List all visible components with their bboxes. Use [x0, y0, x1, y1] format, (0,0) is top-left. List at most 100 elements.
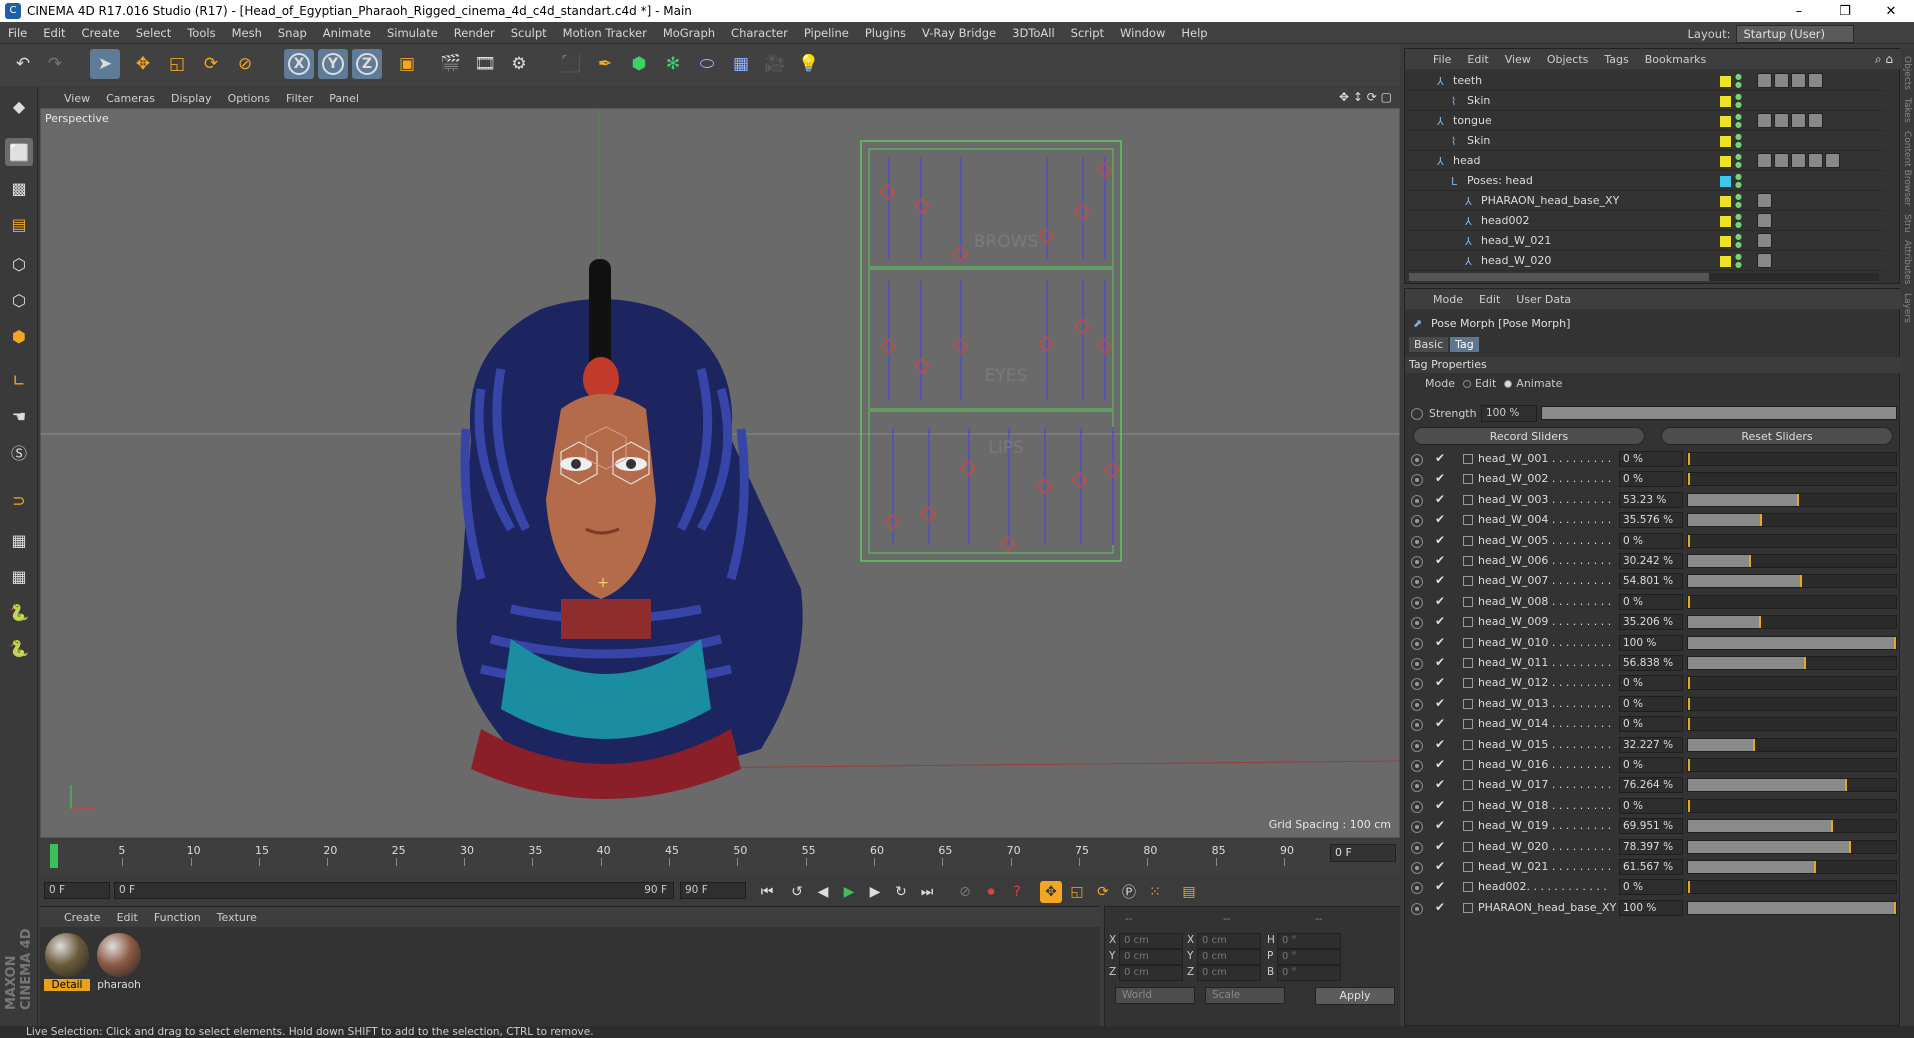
side-tab-objects[interactable]: Objects — [1902, 56, 1912, 90]
model-mode-icon[interactable]: ⬜ — [5, 138, 33, 166]
morph-value-field[interactable]: 78.397 % — [1619, 838, 1683, 855]
morph-slider[interactable] — [1687, 594, 1897, 609]
menu-pipeline[interactable]: Pipeline — [796, 26, 857, 40]
attribute-menu-user-data[interactable]: User Data — [1508, 293, 1579, 306]
morph-slider[interactable] — [1687, 533, 1897, 548]
morph-slider[interactable] — [1687, 635, 1897, 650]
edges-mode-icon[interactable]: ⬡ — [5, 286, 33, 314]
mode-animate-radio[interactable]: Animate — [1504, 377, 1562, 390]
menu-3dtoall[interactable]: 3DToAll — [1004, 26, 1063, 40]
timeline-window-icon[interactable]: ▤ — [1178, 881, 1200, 903]
enabled-checkbox[interactable]: ✔ — [1435, 492, 1445, 506]
menu-edit[interactable]: Edit — [35, 26, 73, 40]
tag-icon[interactable] — [1757, 233, 1772, 248]
animate-dot[interactable] — [1411, 596, 1423, 609]
object-row[interactable]: ⅄ head ● ● — [1405, 151, 1885, 171]
visibility-dots[interactable]: ● ● — [1735, 133, 1742, 149]
solo-icon[interactable]: Ⓢ — [5, 438, 33, 466]
key-scale-icon[interactable]: ◱ — [1066, 881, 1088, 903]
render-view-icon[interactable]: 🎬 — [436, 49, 466, 79]
morph-slider[interactable] — [1687, 819, 1897, 834]
morph-value-field[interactable]: 0 % — [1619, 879, 1683, 896]
object-row[interactable]: L Poses: head ● ● — [1405, 171, 1885, 191]
visibility-dots[interactable]: ● ● — [1735, 253, 1742, 269]
strength-slider[interactable] — [1541, 406, 1897, 420]
morph-value-field[interactable]: 0 % — [1619, 451, 1683, 467]
animate-dot[interactable] — [1411, 658, 1423, 670]
tag-icon[interactable] — [1825, 153, 1840, 168]
morph-value-field[interactable]: 35.576 % — [1619, 512, 1683, 529]
snap-icon[interactable]: ⊃ — [5, 486, 33, 514]
tag-icon[interactable] — [1774, 73, 1789, 88]
layer-color-swatch[interactable] — [1720, 216, 1731, 227]
menu-sculpt[interactable]: Sculpt — [503, 26, 555, 40]
side-tab-content-browser[interactable]: Content Browser — [1902, 131, 1912, 206]
side-tab-takes[interactable]: Takes — [1902, 98, 1912, 123]
visibility-dots[interactable]: ● ● — [1735, 113, 1742, 129]
move-icon[interactable]: ✥ — [128, 49, 158, 79]
viewport-menu-options[interactable]: Options — [220, 92, 278, 105]
enabled-checkbox[interactable]: ✔ — [1435, 573, 1445, 587]
floor-icon[interactable]: ▦ — [726, 49, 756, 79]
layout-dropdown[interactable]: Startup (User) — [1736, 25, 1854, 43]
cube-icon[interactable]: ⬛ — [556, 49, 586, 79]
morph-value-field[interactable]: 30.242 % — [1619, 553, 1683, 569]
morph-value-field[interactable]: 0 % — [1619, 695, 1683, 712]
tag-icon[interactable] — [1757, 153, 1772, 168]
morph-slider[interactable] — [1687, 513, 1897, 528]
apply-button[interactable]: Apply — [1315, 987, 1395, 1005]
object-row[interactable]: ⅄ head_W_020 ● ● — [1405, 251, 1885, 271]
workplane-lock-icon[interactable]: ▦ — [5, 526, 33, 554]
layer-color-swatch[interactable] — [1720, 176, 1731, 187]
menu-help[interactable]: Help — [1173, 26, 1215, 40]
menu-file[interactable]: File — [0, 26, 35, 40]
tag-icon[interactable] — [1757, 253, 1772, 268]
coord-value-field[interactable]: 0 cm — [1197, 949, 1261, 965]
coord-value-field[interactable]: 0 cm — [1119, 949, 1183, 965]
frame-ruler[interactable]: 051015202530354045505560657075808590 — [48, 844, 1326, 868]
animate-dot[interactable] — [1411, 719, 1423, 732]
morph-value-field[interactable]: 0 % — [1619, 471, 1683, 488]
morph-value-field[interactable]: 76.264 % — [1619, 777, 1683, 794]
morph-value-field[interactable]: 32.227 % — [1619, 736, 1683, 753]
enabled-checkbox[interactable]: ✔ — [1435, 777, 1445, 791]
morph-value-field[interactable]: 53.23 % — [1619, 491, 1683, 508]
polygons-mode-icon[interactable]: ⬢ — [5, 322, 33, 350]
side-tab-stru[interactable]: Stru — [1902, 214, 1912, 233]
viewport-menu-cameras[interactable]: Cameras — [98, 92, 163, 105]
animate-dot[interactable] — [1411, 862, 1423, 874]
redo-icon[interactable]: ↷ — [40, 49, 70, 79]
layer-color-swatch[interactable] — [1720, 236, 1731, 247]
go-to-start-icon[interactable]: ⏮ — [756, 881, 778, 903]
animate-dot[interactable] — [1411, 454, 1423, 466]
object-menu-file[interactable]: File — [1425, 53, 1459, 66]
animate-dot[interactable] — [1411, 556, 1423, 568]
end-frame-field[interactable]: 90 F — [680, 882, 746, 899]
tag-icon[interactable] — [1757, 193, 1772, 208]
menu-script[interactable]: Script — [1063, 26, 1112, 40]
menu-simulate[interactable]: Simulate — [379, 26, 446, 40]
texture-mode-icon[interactable]: ▩ — [5, 174, 33, 202]
enabled-checkbox[interactable]: ✔ — [1435, 553, 1445, 567]
object-row[interactable]: ⌇ Skin ● ● — [1405, 131, 1885, 151]
animate-dot[interactable] — [1411, 637, 1423, 650]
y-axis-lock-icon[interactable]: Y — [318, 49, 348, 79]
autokey-icon[interactable]: ? — [1006, 881, 1028, 903]
attribute-menu-mode[interactable]: Mode — [1425, 293, 1471, 306]
material-swatch[interactable]: pharaoh — [96, 933, 142, 993]
layer-color-swatch[interactable] — [1720, 116, 1731, 127]
morph-value-field[interactable]: 0 % — [1619, 797, 1683, 814]
animate-dot[interactable] — [1411, 617, 1423, 630]
object-menu-edit[interactable]: Edit — [1459, 53, 1496, 66]
morph-slider[interactable] — [1687, 860, 1897, 874]
morph-value-field[interactable]: 100 % — [1619, 634, 1683, 651]
material-menu-edit[interactable]: Edit — [109, 911, 146, 924]
z-axis-lock-icon[interactable]: Z — [352, 49, 382, 79]
object-menu-objects[interactable]: Objects — [1539, 53, 1597, 66]
previous-key-icon[interactable]: ↺ — [786, 881, 808, 903]
material-menu-function[interactable]: Function — [146, 911, 209, 924]
visibility-dots[interactable]: ● ● — [1735, 73, 1742, 89]
coord-value-field[interactable]: 0 cm — [1197, 933, 1261, 949]
enabled-checkbox[interactable]: ✔ — [1435, 737, 1445, 751]
render-picture-viewer-icon[interactable]: 🎞 — [470, 49, 500, 79]
